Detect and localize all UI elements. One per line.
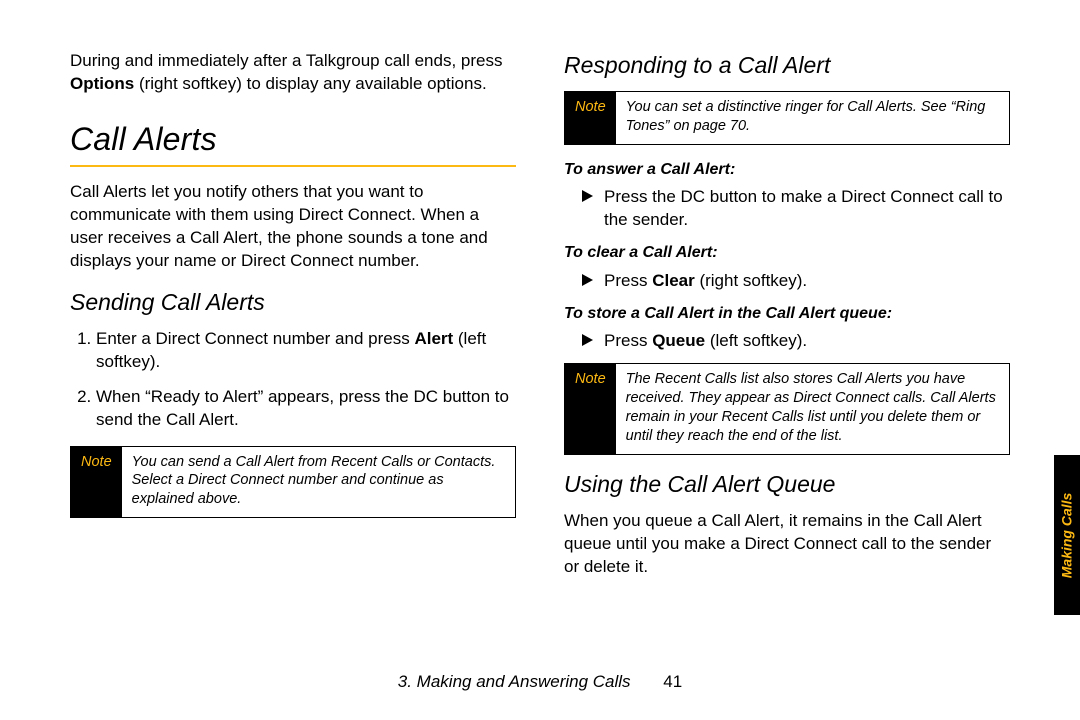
note-label: Note	[565, 364, 616, 453]
store-bullet: Press Queue (left softkey).	[588, 330, 1010, 353]
step-2: When “Ready to Alert” appears, press the…	[96, 386, 516, 432]
sending-steps: Enter a Direct Connect number and press …	[70, 328, 516, 432]
side-tab-making-calls: Making Calls	[1054, 455, 1080, 615]
footer-chapter: 3. Making and Answering Calls	[398, 672, 631, 691]
note-text: The Recent Calls list also stores Call A…	[616, 364, 1009, 453]
alert-softkey-label: Alert	[414, 329, 453, 348]
note-text: You can send a Call Alert from Recent Ca…	[122, 447, 515, 518]
step-1-a: Enter a Direct Connect number and press	[96, 329, 414, 348]
subheading-responding: Responding to a Call Alert	[564, 50, 1010, 81]
note-box-ringer: Note You can set a distinctive ringer fo…	[564, 91, 1010, 145]
instr-clear: To clear a Call Alert:	[564, 242, 1010, 264]
clear-b: (right softkey).	[695, 271, 807, 290]
note-box-sending: Note You can send a Call Alert from Rece…	[70, 446, 516, 519]
store-b: (left softkey).	[705, 331, 807, 350]
page-footer: 3. Making and Answering Calls 41	[0, 671, 1080, 694]
intro-text-b: (right softkey) to display any available…	[134, 74, 486, 93]
answer-list: Press the DC button to make a Direct Con…	[564, 186, 1010, 232]
call-alerts-description: Call Alerts let you notify others that y…	[70, 181, 516, 273]
instr-answer: To answer a Call Alert:	[564, 159, 1010, 181]
options-label: Options	[70, 74, 134, 93]
right-column: Responding to a Call Alert Note You can …	[564, 50, 1010, 591]
note-label: Note	[565, 92, 616, 144]
note-label: Note	[71, 447, 122, 518]
answer-bullet: Press the DC button to make a Direct Con…	[588, 186, 1010, 232]
clear-list: Press Clear (right softkey).	[564, 270, 1010, 293]
instr-store: To store a Call Alert in the Call Alert …	[564, 303, 1010, 325]
section-rule	[70, 165, 516, 167]
store-list: Press Queue (left softkey).	[564, 330, 1010, 353]
side-tab-label: Making Calls	[1058, 492, 1077, 578]
page-number: 41	[663, 672, 682, 691]
section-heading-call-alerts: Call Alerts	[70, 118, 516, 161]
intro-paragraph: During and immediately after a Talkgroup…	[70, 50, 516, 96]
subheading-sending-call-alerts: Sending Call Alerts	[70, 287, 516, 318]
queue-softkey-label: Queue	[652, 331, 705, 350]
subheading-using-queue: Using the Call Alert Queue	[564, 469, 1010, 500]
clear-softkey-label: Clear	[652, 271, 695, 290]
note-text: You can set a distinctive ringer for Cal…	[616, 92, 1009, 144]
manual-page: During and immediately after a Talkgroup…	[0, 0, 1080, 720]
two-column-layout: During and immediately after a Talkgroup…	[70, 50, 1010, 591]
queue-description: When you queue a Call Alert, it remains …	[564, 510, 1010, 579]
clear-bullet: Press Clear (right softkey).	[588, 270, 1010, 293]
intro-text-a: During and immediately after a Talkgroup…	[70, 51, 502, 70]
store-a: Press	[604, 331, 652, 350]
note-box-recent-calls: Note The Recent Calls list also stores C…	[564, 363, 1010, 454]
step-1: Enter a Direct Connect number and press …	[96, 328, 516, 374]
left-column: During and immediately after a Talkgroup…	[70, 50, 516, 591]
clear-a: Press	[604, 271, 652, 290]
